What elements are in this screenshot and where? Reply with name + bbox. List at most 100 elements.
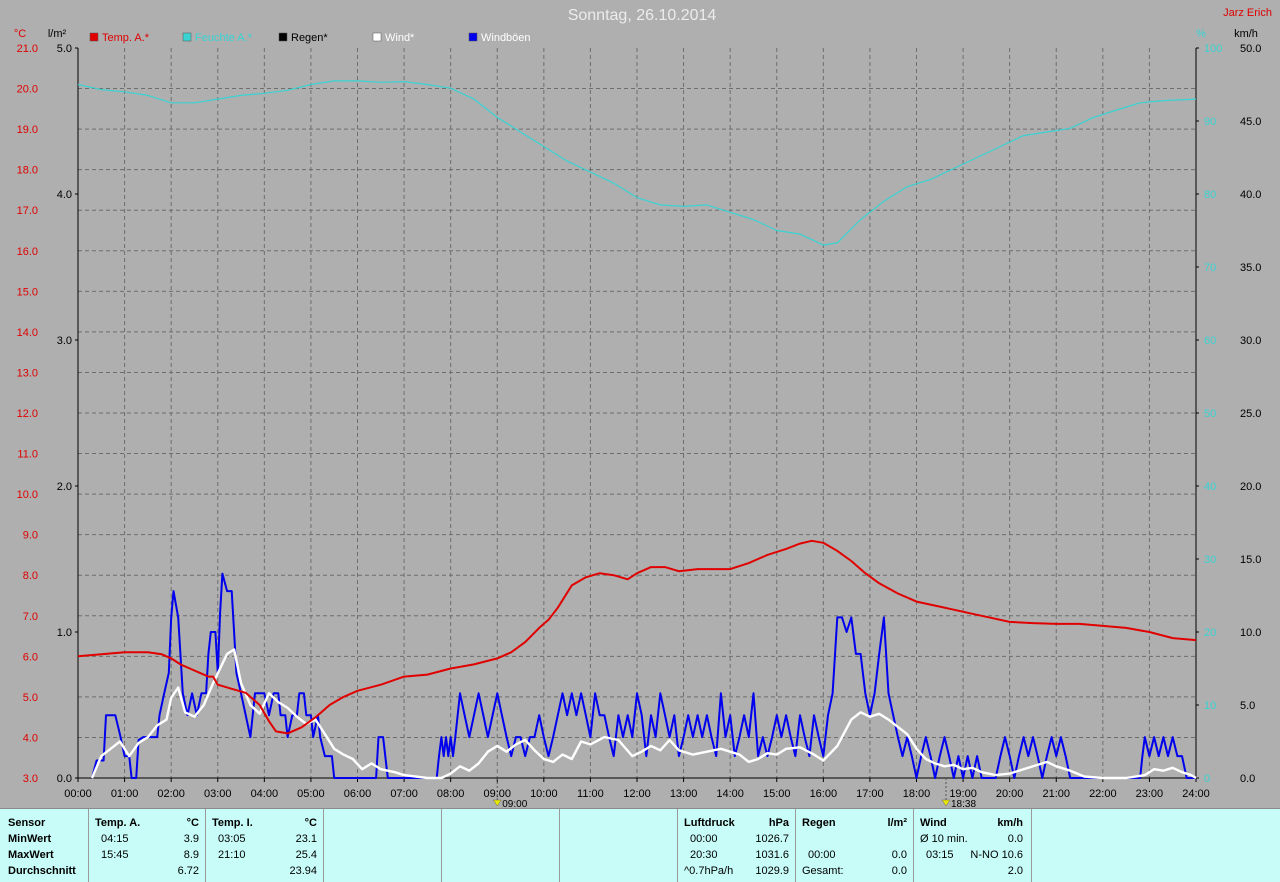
legend-swatch-humidity (182, 32, 192, 42)
x-tick-label: 22:00 (1089, 788, 1117, 800)
x-tick-label: 24:00 (1182, 788, 1210, 800)
temp-tick-label: 21.0 (17, 43, 38, 55)
col-empty-1 (324, 809, 442, 882)
humidity-tick-label: 10 (1204, 700, 1216, 712)
temp-in-max-time: 21:10 (218, 849, 246, 861)
col-empty-3 (560, 809, 678, 882)
wind-avg-val: 0.0 (1007, 833, 1023, 845)
legend-label-rain: Regen* (291, 32, 328, 44)
pressure-trend: ^0.7hPa/h (684, 865, 734, 877)
series-wind-line (90, 648, 1197, 780)
temp-out-min-val: 3.9 (183, 833, 199, 845)
legend-swatch-temp (89, 32, 99, 42)
x-tick-label: 02:00 (157, 788, 185, 800)
wind-tick-label: 35.0 (1240, 262, 1261, 274)
x-tick-label: 17:00 (856, 788, 884, 800)
humidity-tick-label: 0 (1204, 773, 1210, 785)
temp-tick-label: 4.0 (23, 732, 38, 744)
pressure-trend-val: 1029.9 (755, 865, 789, 877)
temp-tick-label: 14.0 (17, 327, 38, 339)
wind-tick-label: 25.0 (1240, 408, 1261, 420)
sun-marker-icon (492, 799, 502, 807)
humidity-tick-label: 30 (1204, 554, 1216, 566)
x-tick-label: 15:00 (763, 788, 791, 800)
temp-out-min-time: 04:15 (101, 833, 129, 845)
col-wind: Wind km/h Ø 10 min. 0.0 03:15 N-NO 10.6 … (914, 809, 1032, 882)
wind-tick-label: 15.0 (1240, 554, 1261, 566)
x-tick-label: 11:00 (577, 788, 604, 800)
x-tick-label: 05:00 (297, 788, 325, 800)
legend-label-temp: Temp. A.* (102, 32, 150, 44)
temp-tick-label: 3.0 (23, 773, 38, 785)
temp-tick-label: 7.0 (23, 611, 38, 623)
x-tick-label: 06:00 (344, 788, 372, 800)
chart-labels: 3.0 4.0 5.0 6.0 7.0 8.0 9.0 10.0 11.0 12.0 13.0 14.… (14, 7, 1272, 808)
temp-in-min-time: 03:05 (218, 833, 246, 845)
legend-swatch-rain (278, 32, 288, 42)
rain-tick-label: 3.0 (57, 335, 72, 347)
wind-tick-label: 45.0 (1240, 116, 1261, 128)
x-tick-label: 16:00 (810, 788, 838, 800)
series-gusts-line (91, 572, 1196, 779)
temp-tick-label: 9.0 (23, 530, 38, 542)
unit-temp-out: °C (186, 817, 199, 829)
temp-out-max-time: 15:45 (101, 849, 129, 861)
author-label: Jarz Erich (1223, 7, 1272, 19)
x-tick-label: 03:00 (204, 788, 232, 800)
x-tick-label: 07:00 (390, 788, 418, 800)
x-tick-label: 20:00 (996, 788, 1024, 800)
weather-chart: 3.0 4.0 5.0 6.0 7.0 8.0 9.0 10.0 11.0 12.0 13.0 14.… (14, 7, 1272, 808)
humidity-tick-label: 50 (1204, 408, 1216, 420)
chart-grid (78, 48, 1196, 778)
temp-out-avg: 6.72 (177, 865, 199, 877)
col-temp-in: Temp. I. °C 03:05 23.1 21:10 25.4 23.94 (206, 809, 324, 882)
wind-tick-label: 50.0 (1240, 43, 1261, 55)
unit-wind: km/h (997, 817, 1023, 829)
legend-swatch-gusts (468, 32, 478, 42)
temp-tick-label: 11.0 (17, 449, 38, 461)
x-tick-label: 08:00 (437, 788, 465, 800)
pressure-max-val: 1031.6 (755, 849, 789, 861)
temp-in-min-val: 23.1 (295, 833, 317, 845)
temp-in-max-val: 25.4 (295, 849, 317, 861)
humidity-tick-label: 60 (1204, 335, 1216, 347)
wind-avg2: 2.0 (1007, 865, 1023, 877)
pressure-max-time: 20:30 (690, 849, 718, 861)
rain-tick-label: 4.0 (57, 189, 72, 201)
temp-unit: °C (14, 28, 26, 40)
humidity-tick-label: 90 (1204, 116, 1216, 128)
stats-table: Sensor MinWert MaxWert Durchschnitt Temp… (0, 808, 1280, 882)
col-sensor: Sensor MinWert MaxWert Durchschnitt (0, 809, 89, 882)
sun-marker-icon (941, 799, 951, 807)
header-wind: Wind (920, 817, 947, 829)
unit-temp-in: °C (304, 817, 317, 829)
humidity-tick-label: 100 (1204, 43, 1222, 55)
temp-tick-label: 16.0 (17, 246, 38, 258)
x-tick-label: 23:00 (1136, 788, 1164, 800)
wind-tick-label: 10.0 (1240, 627, 1261, 639)
col-temp-out: Temp. A. °C 04:15 3.9 15:45 8.9 6.72 (89, 809, 206, 882)
temp-tick-label: 15.0 (17, 286, 38, 298)
rain-tick-label: 1.0 (57, 627, 72, 639)
temp-tick-label: 19.0 (17, 124, 38, 136)
chart-title: Sonntag, 26.10.2014 (568, 7, 717, 24)
rain-total-label: Gesamt: (802, 865, 844, 877)
temp-tick-label: 6.0 (23, 651, 38, 663)
col-pressure: Luftdruck hPa 00:00 1026.7 20:30 1031.6 … (678, 809, 796, 882)
x-tick-label: 12:00 (623, 788, 651, 800)
unit-pressure: hPa (768, 817, 789, 829)
temp-tick-label: 17.0 (17, 205, 38, 217)
legend-label-wind: Wind* (385, 32, 415, 44)
x-tick-label: 14:00 (716, 788, 744, 800)
x-tick-label: 21:00 (1042, 788, 1070, 800)
x-tick-label: 01:00 (111, 788, 139, 800)
temp-tick-label: 5.0 (23, 692, 38, 704)
x-tick-label: 10:00 (530, 788, 558, 800)
pressure-min-val: 1026.7 (755, 833, 789, 845)
humidity-tick-label: 40 (1204, 481, 1216, 493)
rain-r2-val: 0.0 (891, 849, 907, 861)
row-avg: Durchschnitt (8, 865, 76, 877)
x-tick-label: 00:00 (64, 788, 92, 800)
wind-avg-label: Ø 10 min. (920, 833, 968, 845)
rain-r2-label: 00:00 (808, 849, 836, 861)
